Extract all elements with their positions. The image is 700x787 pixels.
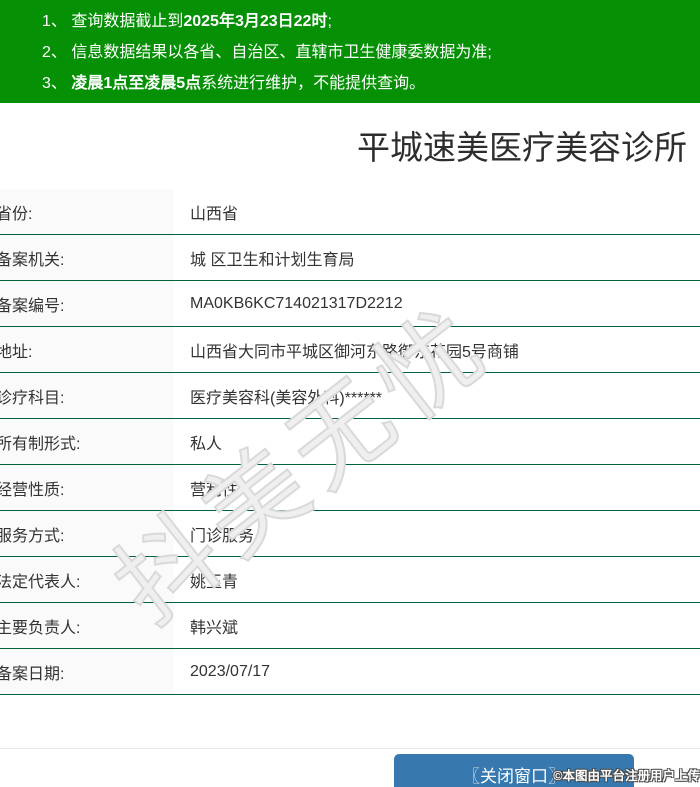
row-value: 私人 [190,435,223,453]
row-label: 经营性质: [0,465,174,510]
notice-text-pre: 3、 [42,75,72,92]
record-table: 省份: 山西省 备案机关: 城 区卫生和计划生育局 备案编号: MA0KB6KC… [0,189,700,695]
row-label: 地址: [0,327,174,372]
page-title: 平城速美医疗美容诊所 [357,129,687,166]
row-value: 山西省大同市平城区御河东路御东花园5号商铺 [190,343,519,361]
notice-text-pre: 1、 查询数据截止到 [42,13,184,30]
table-row: 备案日期: 2023/07/17 [0,649,700,695]
row-value: 韩兴斌 [190,619,239,637]
notice-text-bold: 凌晨1点至凌晨5点 [71,75,202,92]
row-value: 山西省 [190,205,239,223]
row-value: MA0KB6KC714021317D2212 [190,294,403,312]
notice-text-pre: 2、 信息数据结果以各省、自治区、直辖市卫生健康委数据为准; [42,44,492,61]
table-row: 省份: 山西省 [0,189,700,235]
table-row: 地址: 山西省大同市平城区御河东路御东花园5号商铺 [0,327,700,373]
row-value: 城 区卫生和计划生育局 [190,251,355,269]
table-row: 服务方式: 门诊服务 [0,511,700,557]
table-row: 经营性质: 营利性 [0,465,700,511]
row-label: 法定代表人: [0,557,174,602]
row-value: 医疗美容科(美容外科)****** [190,389,383,407]
row-value: 门诊服务 [190,527,255,545]
table-row: 诊疗科目: 医疗美容科(美容外科)****** [0,373,700,419]
query-result-page: 平城速美医疗美容诊所 省份: 山西省 备案机关: 城 区卫生和计划生育局 备案编… [0,103,700,695]
close-window-button[interactable]: 〖关闭窗口〗 [394,754,634,787]
row-label: 诊疗科目: [0,373,174,418]
row-value: 姚玉青 [190,573,239,591]
notice-item: 2、 信息数据结果以各省、自治区、直辖市卫生健康委数据为准; [42,37,690,68]
notice-item: 1、 查询数据截止到2025年3月23日22时; [42,6,690,37]
row-label: 备案日期: [0,649,174,694]
row-label: 备案机关: [0,235,174,280]
row-label: 服务方式: [0,511,174,556]
row-label: 省份: [0,189,174,234]
notice-banner: 1、 查询数据截止到2025年3月23日22时; 2、 信息数据结果以各省、自治区… [0,0,700,103]
row-label: 主要负责人: [0,603,174,648]
footer-divider [0,748,700,749]
row-label: 备案编号: [0,281,174,326]
notice-item: 3、 凌晨1点至凌晨5点系统进行维护，不能提供查询。 [42,68,690,99]
notice-text-bold: 2025年3月23日22时 [183,13,328,30]
table-row: 法定代表人: 姚玉青 [0,557,700,603]
row-value: 2023/07/17 [190,662,271,680]
notice-text-post: 系统进行维护，不能提供查询。 [201,75,426,92]
table-row: 备案机关: 城 区卫生和计划生育局 [0,235,700,281]
table-row: 主要负责人: 韩兴斌 [0,603,700,649]
table-row: 所有制形式: 私人 [0,419,700,465]
row-value: 营利性 [190,481,239,499]
row-label: 所有制形式: [0,419,174,464]
table-row: 备案编号: MA0KB6KC714021317D2212 [0,281,700,327]
notice-text-post: ; [327,13,332,30]
